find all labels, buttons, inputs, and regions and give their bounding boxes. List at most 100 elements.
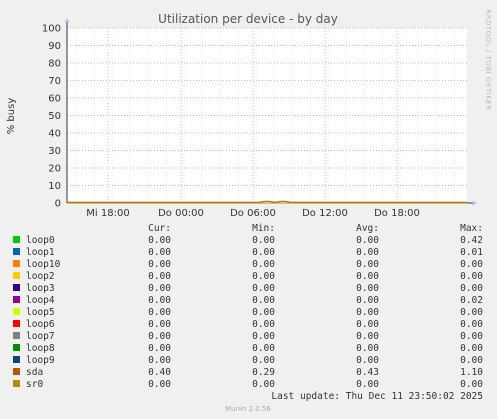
legend-value-cur: 0.00	[148, 319, 171, 330]
y-tick-label: 10	[48, 181, 61, 192]
y-tick-label: 60	[48, 94, 61, 105]
x-tick-label: Mi 18:00	[86, 208, 129, 219]
legend-value-max: 0.00	[460, 307, 483, 318]
legend-series-name: loop10	[26, 259, 61, 270]
legend-value-avg: 0.00	[356, 331, 379, 342]
y-tick-label: 70	[48, 76, 61, 87]
x-axis-arrow	[473, 200, 477, 206]
legend-value-max: 0.01	[460, 247, 483, 258]
legend-value-min: 0.00	[252, 283, 275, 294]
legend-series-name: loop0	[26, 235, 55, 246]
y-axis-label: % busy	[6, 98, 17, 135]
legend-value-max: 0.42	[460, 235, 483, 246]
legend-value-max: 0.00	[460, 259, 483, 270]
legend-value-min: 0.29	[252, 367, 275, 378]
legend-header-avg: Avg:	[356, 223, 379, 234]
legend-value-cur: 0.00	[148, 379, 171, 390]
legend-swatch-sda	[13, 368, 20, 375]
legend-value-cur: 0.00	[148, 247, 171, 258]
y-tick-label: 100	[42, 24, 61, 35]
legend-value-avg: 0.00	[356, 319, 379, 330]
legend-value-min: 0.00	[252, 355, 275, 366]
chart-svg: Utilization per device - by day % busy R…	[6, 9, 492, 413]
legend-value-min: 0.00	[252, 235, 275, 246]
legend-value-max: 0.00	[460, 319, 483, 330]
legend-value-cur: 0.00	[148, 235, 171, 246]
legend-value-min: 0.00	[252, 343, 275, 354]
legend-value-cur: 0.00	[148, 295, 171, 306]
legend-header-max: Max:	[460, 223, 483, 234]
legend-value-cur: 0.00	[148, 355, 171, 366]
legend-swatch-loop5	[13, 308, 20, 315]
y-tick-label: 30	[48, 146, 61, 157]
legend-swatch-loop9	[13, 356, 20, 363]
legend-value-avg: 0.43	[356, 367, 379, 378]
y-tick-label: 50	[48, 111, 61, 122]
plot-area: Mi 18:00 Do 00:00 Do 06:00 Do 12:00 Do 18:00…	[42, 18, 477, 219]
legend-series-name: loop9	[26, 355, 55, 366]
legend-value-avg: 0.00	[356, 379, 379, 390]
munin-version: Munin 2.0.56	[225, 405, 271, 413]
legend-value-cur: 0.00	[148, 271, 171, 282]
legend-series-name: loop6	[26, 319, 55, 330]
legend-value-min: 0.00	[252, 331, 275, 342]
legend-header-min: Min:	[252, 223, 275, 234]
legend-value-cur: 0.00	[148, 283, 171, 294]
legend-value-avg: 0.00	[356, 235, 379, 246]
legend-swatch-loop10	[13, 260, 20, 267]
legend-swatch-loop6	[13, 320, 20, 327]
legend-value-max: 0.02	[460, 295, 483, 306]
legend-value-min: 0.00	[252, 319, 275, 330]
legend-value-max: 1.10	[460, 367, 483, 378]
legend-series-name: loop8	[26, 343, 55, 354]
legend-series-name: sr0	[26, 379, 43, 390]
legend-series-name: loop7	[26, 331, 55, 342]
y-tick-label: 0	[55, 199, 61, 210]
legend-value-cur: 0.00	[148, 343, 171, 354]
legend-value-cur: 0.00	[148, 307, 171, 318]
y-tick-label: 80	[48, 59, 61, 70]
legend-value-cur: 0.00	[148, 331, 171, 342]
legend-swatch-loop1	[13, 248, 20, 255]
legend-value-max: 0.00	[460, 271, 483, 282]
munin-graph: Utilization per device - by day % busy R…	[0, 0, 497, 419]
legend-value-min: 0.00	[252, 271, 275, 282]
y-axis-arrow	[64, 18, 70, 22]
legend-value-max: 0.00	[460, 343, 483, 354]
legend-swatch-loop8	[13, 344, 20, 351]
legend-value-avg: 0.00	[356, 247, 379, 258]
last-update: Last update: Thu Dec 11 23:50:02 2025	[271, 391, 483, 402]
x-tick-label: Do 18:00	[374, 208, 420, 219]
legend-value-cur: 0.40	[148, 367, 171, 378]
legend-header-cur: Cur:	[148, 223, 171, 234]
y-tick-label: 40	[48, 129, 61, 140]
legend-value-avg: 0.00	[356, 355, 379, 366]
legend-value-avg: 0.00	[356, 295, 379, 306]
x-tick-label: Do 12:00	[302, 208, 348, 219]
legend-value-max: 0.00	[460, 379, 483, 390]
legend-value-avg: 0.00	[356, 259, 379, 270]
legend-value-avg: 0.00	[356, 271, 379, 282]
legend-swatch-loop4	[13, 296, 20, 303]
legend-series-name: loop5	[26, 307, 55, 318]
x-tick-label: Do 00:00	[158, 208, 204, 219]
legend-series-name: sda	[26, 367, 43, 378]
legend-value-min: 0.00	[252, 379, 275, 390]
x-tick-label: Do 06:00	[230, 208, 276, 219]
legend-swatch-loop3	[13, 284, 20, 291]
legend-series-name: loop1	[26, 247, 55, 258]
legend-value-max: 0.00	[460, 331, 483, 342]
legend-value-cur: 0.00	[148, 259, 171, 270]
legend-series-name: loop2	[26, 271, 55, 282]
legend-value-min: 0.00	[252, 307, 275, 318]
legend-swatch-loop7	[13, 332, 20, 339]
chart-title: Utilization per device - by day	[158, 12, 338, 26]
legend-value-max: 0.00	[460, 355, 483, 366]
legend-value-avg: 0.00	[356, 307, 379, 318]
legend-swatch-loop2	[13, 272, 20, 279]
legend-series-name: loop3	[26, 283, 55, 294]
legend-table: Cur: Min: Avg: Max:loop0 0.00 0.00 0.00 0.42loo…	[13, 223, 483, 390]
legend-value-min: 0.00	[252, 247, 275, 258]
y-tick-label: 20	[48, 164, 61, 175]
legend-value-avg: 0.00	[356, 343, 379, 354]
